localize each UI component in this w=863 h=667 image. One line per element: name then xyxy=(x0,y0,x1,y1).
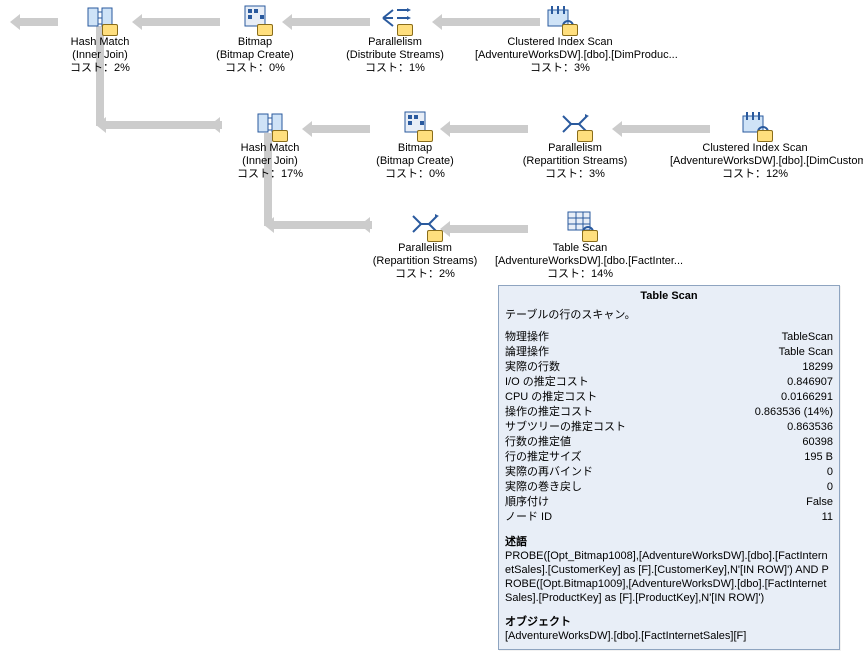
plan-node-hash-match-1[interactable]: Hash Match (Inner Join) コスト：2% xyxy=(40,2,160,75)
tooltip-property-row: I/O の推定コスト 0.846907 xyxy=(505,375,833,390)
node-title: Hash Match xyxy=(40,36,160,49)
tooltip-description: テーブルの行のスキャン。 xyxy=(505,306,833,330)
node-title: Bitmap xyxy=(355,142,475,155)
tooltip-property-value: 0.0166291 xyxy=(781,390,833,405)
plan-node-parallelism-3[interactable]: Parallelism (Repartition Streams) コスト：2% xyxy=(340,208,510,281)
plan-node-bitmap-2[interactable]: Bitmap (Bitmap Create) コスト：0% xyxy=(355,108,475,181)
tooltip-property-value: 0.846907 xyxy=(787,375,833,390)
tooltip-property-key: 実際の巻き戻し xyxy=(505,480,582,495)
arrow xyxy=(104,121,222,129)
tooltip-property-value: TableScan xyxy=(782,330,833,345)
node-subtitle: [AdventureWorksDW].[dbo.[FactInter... xyxy=(495,255,665,268)
node-subtitle: [AdventureWorksDW].[dbo].[DimProduc... xyxy=(475,49,645,62)
node-subtitle: (Repartition Streams) xyxy=(490,155,660,168)
node-cost: コスト：0% xyxy=(195,62,315,75)
tooltip-property-row: 実際の行数 18299 xyxy=(505,360,833,375)
node-title: Clustered Index Scan xyxy=(475,36,645,49)
tooltip-property-key: 実際の行数 xyxy=(505,360,560,375)
node-subtitle: (Bitmap Create) xyxy=(355,155,475,168)
tooltip-property-value: 195 B xyxy=(804,450,833,465)
node-cost: コスト：1% xyxy=(335,62,455,75)
tooltip-property-key: I/O の推定コスト xyxy=(505,375,589,390)
plan-node-cis-1[interactable]: Clustered Index Scan [AdventureWorksDW].… xyxy=(475,2,645,75)
tooltip-property-value: Table Scan xyxy=(779,345,833,360)
node-title: Clustered Index Scan xyxy=(670,142,840,155)
tooltip-property-row: ノード ID 11 xyxy=(505,510,833,525)
tooltip-property-key: 物理操作 xyxy=(505,330,549,345)
tooltip-property-key: 順序付け xyxy=(505,495,549,510)
tooltip-property-value: 11 xyxy=(822,510,833,525)
tooltip-property-value: 18299 xyxy=(802,360,833,375)
tooltip-predicate-label: 述語 xyxy=(505,533,833,549)
tooltip-property-row: CPU の推定コスト 0.0166291 xyxy=(505,390,833,405)
node-cost: コスト：3% xyxy=(475,62,645,75)
node-title: Hash Match xyxy=(210,142,330,155)
tooltip-properties: 物理操作TableScan論理操作Table Scan実際の行数18299I/O… xyxy=(505,330,833,525)
node-subtitle: (Bitmap Create) xyxy=(195,49,315,62)
tooltip-property-value: 0.863536 xyxy=(787,420,833,435)
node-cost: コスト：3% xyxy=(490,168,660,181)
clustered-index-scan-icon xyxy=(739,108,771,140)
node-cost: コスト：2% xyxy=(340,268,510,281)
node-title: Parallelism xyxy=(340,242,510,255)
node-tooltip: Table Scan テーブルの行のスキャン。 物理操作TableScan論理操… xyxy=(498,285,840,650)
node-subtitle: (Inner Join) xyxy=(40,49,160,62)
tooltip-property-row: 物理操作 TableScan xyxy=(505,330,833,345)
node-cost: コスト：12% xyxy=(670,168,840,181)
node-cost: コスト：2% xyxy=(40,62,160,75)
tooltip-title: Table Scan xyxy=(505,290,833,306)
node-title: Bitmap xyxy=(195,36,315,49)
node-title: Parallelism xyxy=(335,36,455,49)
node-cost: コスト：0% xyxy=(355,168,475,181)
node-subtitle: (Distribute Streams) xyxy=(335,49,455,62)
tooltip-predicate-text: PROBE([Opt_Bitmap1008],[AdventureWorksDW… xyxy=(505,549,833,605)
node-subtitle: (Repartition Streams) xyxy=(340,255,510,268)
parallelism-icon xyxy=(409,208,441,240)
node-subtitle: [AdventureWorksDW].[dbo].[DimCustom... xyxy=(670,155,840,168)
node-subtitle: (Inner Join) xyxy=(210,155,330,168)
tooltip-property-row: 操作の推定コスト 0.863536 (14%) xyxy=(505,405,833,420)
tooltip-property-key: 行数の推定値 xyxy=(505,435,571,450)
tooltip-property-row: 順序付け False xyxy=(505,495,833,510)
tooltip-property-row: サブツリーの推定コスト 0.863536 xyxy=(505,420,833,435)
tooltip-property-value: 60398 xyxy=(802,435,833,450)
table-scan-icon xyxy=(564,208,596,240)
tooltip-property-row: 実際の巻き戻し 0 xyxy=(505,480,833,495)
node-cost: コスト：17% xyxy=(210,168,330,181)
parallelism-icon xyxy=(379,2,411,34)
plan-node-table-scan[interactable]: Table Scan [AdventureWorksDW].[dbo.[Fact… xyxy=(495,208,665,281)
tooltip-property-key: サブツリーの推定コスト xyxy=(505,420,626,435)
tooltip-property-value: 0 xyxy=(827,480,833,495)
hash-match-icon xyxy=(254,108,286,140)
plan-node-hash-match-2[interactable]: Hash Match (Inner Join) コスト：17% xyxy=(210,108,330,181)
node-title: Parallelism xyxy=(490,142,660,155)
tooltip-object-text: [AdventureWorksDW].[dbo].[FactInternetSa… xyxy=(505,629,833,643)
tooltip-property-row: 行数の推定値 60398 xyxy=(505,435,833,450)
tooltip-property-row: 論理操作 Table Scan xyxy=(505,345,833,360)
tooltip-property-value: 0 xyxy=(827,465,833,480)
tooltip-property-row: 実際の再バインド 0 xyxy=(505,465,833,480)
tooltip-property-key: 実際の再バインド xyxy=(505,465,593,480)
tooltip-object-label: オブジェクト xyxy=(505,613,833,629)
tooltip-property-row: 行の推定サイズ 195 B xyxy=(505,450,833,465)
plan-node-parallelism-2[interactable]: Parallelism (Repartition Streams) コスト：3% xyxy=(490,108,660,181)
node-cost: コスト：14% xyxy=(495,268,665,281)
tooltip-property-key: ノード ID xyxy=(505,510,552,525)
tooltip-property-key: CPU の推定コスト xyxy=(505,390,597,405)
node-title: Table Scan xyxy=(495,242,665,255)
plan-node-cis-2[interactable]: Clustered Index Scan [AdventureWorksDW].… xyxy=(670,108,840,181)
tooltip-property-key: 操作の推定コスト xyxy=(505,405,593,420)
bitmap-icon xyxy=(239,2,271,34)
clustered-index-scan-icon xyxy=(544,2,576,34)
parallelism-icon xyxy=(559,108,591,140)
tooltip-property-value: False xyxy=(806,495,833,510)
bitmap-icon xyxy=(399,108,431,140)
hash-match-icon xyxy=(84,2,116,34)
plan-node-parallelism-1[interactable]: Parallelism (Distribute Streams) コスト：1% xyxy=(335,2,455,75)
tooltip-property-key: 行の推定サイズ xyxy=(505,450,582,465)
plan-node-bitmap-1[interactable]: Bitmap (Bitmap Create) コスト：0% xyxy=(195,2,315,75)
tooltip-property-value: 0.863536 (14%) xyxy=(755,405,833,420)
tooltip-property-key: 論理操作 xyxy=(505,345,549,360)
